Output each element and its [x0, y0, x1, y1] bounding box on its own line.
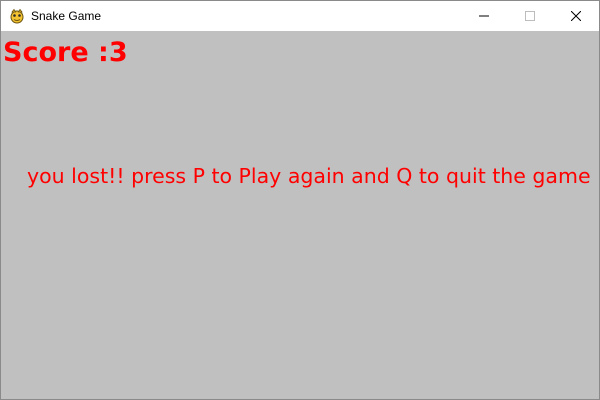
close-button[interactable] [553, 1, 599, 31]
game-window: Snake Game Score :3 you lost!! press P t… [0, 0, 600, 400]
window-title: Snake Game [31, 9, 102, 23]
score-display: Score :3 [3, 37, 128, 68]
game-over-message: you lost!! press P to Play again and Q t… [27, 164, 591, 188]
maximize-icon [525, 11, 535, 21]
minimize-icon [479, 11, 489, 21]
close-icon [571, 11, 581, 21]
maximize-button[interactable] [507, 1, 553, 31]
game-canvas[interactable]: Score :3 you lost!! press P to Play agai… [1, 31, 599, 399]
minimize-button[interactable] [461, 1, 507, 31]
title-bar[interactable]: Snake Game [1, 1, 599, 31]
pygame-snake-icon [9, 8, 25, 24]
window-controls [461, 1, 599, 31]
